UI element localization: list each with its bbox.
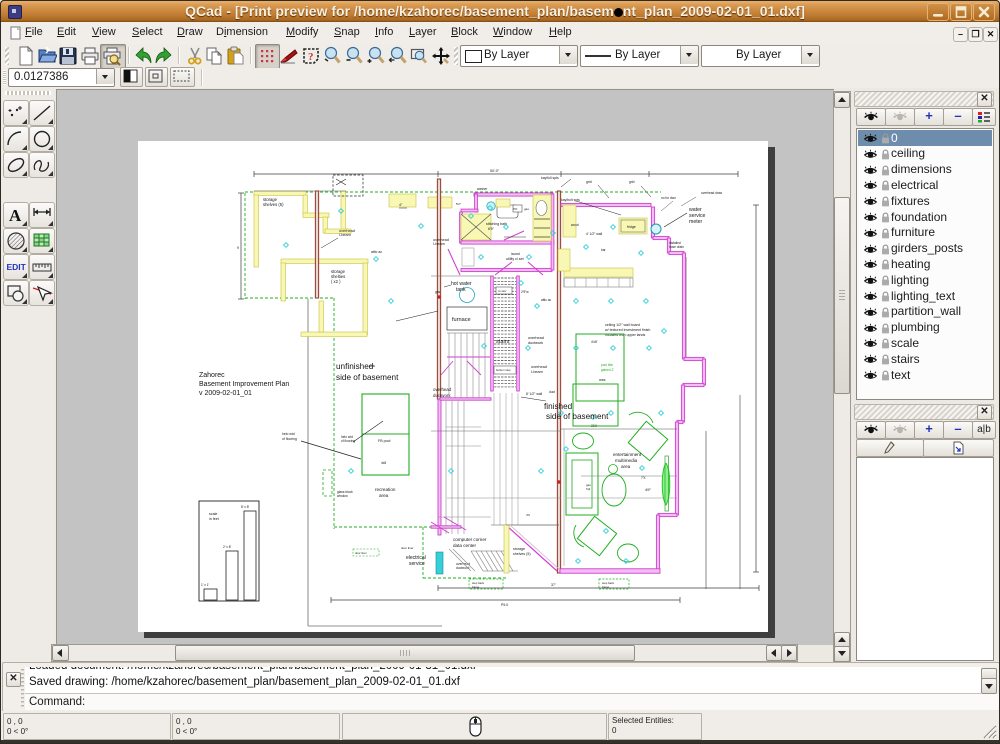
svg-text:9: 9	[237, 246, 239, 250]
svg-text:5′2″: 5′2″	[456, 202, 461, 206]
svg-text:overhead: overhead	[528, 336, 544, 340]
svg-text:window: window	[337, 494, 348, 498]
svg-text:4′ 1/2″ wall: 4′ 1/2″ wall	[586, 232, 602, 236]
svg-text:scale: scale	[209, 512, 217, 516]
svg-text:attic ac: attic ac	[371, 250, 382, 254]
svg-text:data center: data center	[453, 543, 476, 548]
svg-text:shelves (5): shelves (5)	[513, 552, 531, 556]
svg-text:P5.0: P5.0	[501, 603, 508, 607]
svg-text:service: service	[409, 561, 425, 567]
svg-text:hose drain: hose drain	[669, 245, 684, 249]
svg-text:1′ x 1′: 1′ x 1′	[201, 583, 210, 587]
svg-text:I-beam: I-beam	[433, 242, 445, 246]
svg-text:v 2009-02-01_01: v 2009-02-01_01	[199, 390, 252, 397]
svg-text:in feet: in feet	[209, 517, 219, 521]
svg-text:ductwork: ductwork	[528, 341, 543, 345]
svg-text:area: area	[379, 493, 389, 498]
svg-text:bottom step: bottom step	[496, 368, 511, 372]
svg-text:FB pool: FB pool	[378, 439, 391, 443]
svg-text:laund: laund	[511, 252, 520, 256]
svg-text:grid: grid	[586, 180, 592, 184]
svg-text:8′ 1/2″ wall: 8′ 1/2″ wall	[526, 392, 542, 396]
svg-text:wood: wood	[571, 223, 579, 227]
svg-text:gas: gas	[435, 290, 441, 294]
svg-text:attic: attic	[369, 364, 376, 368]
svg-text:Basement Improvement Plan: Basement Improvement Plan	[199, 381, 289, 388]
svg-text:w/ textured investment finish: w/ textured investment finish	[605, 328, 650, 332]
svg-text:8′ x 8′: 8′ x 8′	[241, 505, 250, 509]
svg-text:overhead draw: overhead draw	[701, 191, 723, 195]
svg-text:stairs: stairs	[496, 339, 510, 345]
svg-text:kay/full spts: kay/full spts	[541, 176, 559, 180]
svg-text:overhead: overhead	[531, 365, 547, 369]
svg-text:side of basement: side of basement	[336, 373, 399, 382]
svg-text:of flooring: of flooring	[282, 437, 297, 441]
svg-text:?: ?	[308, 51, 314, 63]
svg-text:( x2 ): ( x2 )	[331, 279, 341, 284]
svg-text:frpl: frpl	[586, 487, 591, 491]
svg-text:shelves (5): shelves (5)	[263, 202, 284, 207]
svg-text:multimedia: multimedia	[615, 458, 638, 463]
svg-text:grid: grid	[629, 180, 635, 184]
svg-text:attic ac: attic ac	[541, 298, 552, 302]
svg-text:duct: duct	[549, 390, 555, 394]
svg-text:furnace: furnace	[452, 317, 471, 323]
svg-text:recreation: recreation	[375, 487, 396, 492]
svg-text:entertainment: entertainment	[613, 452, 642, 457]
svg-text:EDIT: EDIT	[7, 262, 27, 272]
svg-text:Zahorec: Zahorec	[199, 372, 225, 379]
svg-text:frame: frame	[472, 585, 480, 589]
svg-text:computer corner: computer corner	[453, 537, 487, 542]
svg-text:of flooring: of flooring	[341, 439, 355, 443]
svg-text:4′x8′: 4′x8′	[591, 340, 598, 344]
svg-text:finished: finished	[544, 402, 573, 411]
svg-text:2′ x 8′: 2′ x 8′	[223, 545, 232, 549]
svg-text:to stor: to stor	[498, 289, 506, 293]
svg-text:pool tbls: pool tbls	[601, 363, 613, 367]
svg-text:door liner: door liner	[355, 551, 367, 555]
svg-text:tank: tank	[456, 287, 466, 293]
svg-text:door liner: door liner	[401, 546, 414, 550]
svg-text:area: area	[599, 378, 606, 382]
svg-text:helo wtd: helo wtd	[282, 432, 295, 436]
svg-text:stitching bath: stitching bath	[486, 222, 507, 226]
svg-text:I-beam: I-beam	[531, 370, 543, 374]
svg-text:bar: bar	[601, 248, 607, 252]
svg-text:ceiling 1/2″ wall board: ceiling 1/2″ wall board	[605, 323, 640, 327]
svg-text:7′X: 7′X	[641, 476, 646, 480]
svg-text:utility cl set: utility cl set	[506, 257, 524, 261]
svg-text:4x8: 4x8	[381, 461, 386, 465]
svg-text:4′6: 4′6	[526, 513, 530, 517]
svg-text:washer: washer	[477, 187, 488, 191]
svg-text:A: A	[9, 206, 22, 225]
svg-text:ductwork: ductwork	[433, 393, 451, 398]
svg-text:2′9″w: 2′9″w	[521, 290, 529, 294]
svg-text:gas: gas	[524, 207, 529, 211]
svg-text:area: area	[621, 464, 631, 469]
svg-text:37′: 37′	[551, 583, 556, 587]
svg-text:meter: meter	[689, 219, 703, 225]
svg-text:PO: PO	[513, 207, 518, 211]
svg-text:6′5″: 6′5″	[488, 227, 495, 231]
svg-text:storage: storage	[513, 547, 525, 551]
svg-text:I-beam: I-beam	[339, 233, 351, 237]
svg-text:frame: frame	[602, 585, 610, 589]
svg-text:49″: 49″	[645, 487, 651, 492]
svg-text:50′-0″: 50′-0″	[490, 169, 500, 173]
svg-text:side of basement: side of basement	[546, 412, 609, 421]
svg-text:no fur dwn: no fur dwn	[661, 196, 676, 200]
svg-text:fridge: fridge	[627, 225, 636, 229]
svg-text:gained 2′: gained 2′	[601, 368, 614, 372]
